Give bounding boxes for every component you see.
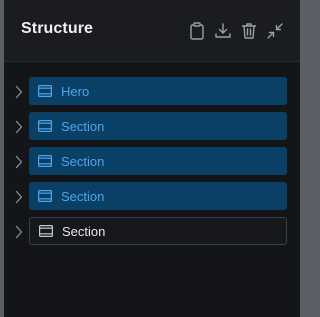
tree-row: Section	[4, 215, 300, 250]
tree-node-section[interactable]: Section	[29, 112, 287, 140]
layout-block-icon	[38, 155, 52, 167]
tree-node-hero[interactable]: Hero	[29, 77, 287, 105]
tree-node-label: Section	[61, 153, 105, 169]
tree-row: Section	[4, 180, 300, 215]
expand-toggle[interactable]	[13, 224, 25, 240]
chevron-right-icon	[15, 190, 23, 204]
tree-node-label: Section	[61, 118, 105, 134]
structure-tree: Hero Section Section Section Section	[4, 75, 300, 250]
tree-node-label: Section	[61, 188, 105, 204]
expand-toggle[interactable]	[13, 189, 25, 205]
download-button[interactable]	[214, 21, 232, 41]
collapse-button[interactable]	[266, 21, 284, 41]
chevron-right-icon	[15, 225, 23, 239]
clipboard-icon	[190, 22, 204, 40]
clipboard-button[interactable]	[188, 21, 206, 41]
chevron-right-icon	[15, 155, 23, 169]
download-icon	[215, 23, 231, 38]
expand-toggle[interactable]	[13, 84, 25, 100]
layout-block-icon	[38, 190, 52, 202]
trash-icon	[241, 23, 257, 39]
chevron-right-icon	[15, 120, 23, 134]
layout-block-icon	[38, 85, 52, 97]
structure-panel: Structure Hero Section Section Section S…	[4, 0, 300, 317]
header-actions	[188, 21, 284, 41]
collapse-icon	[267, 23, 283, 39]
tree-node-section[interactable]: Section	[29, 182, 287, 210]
tree-node-section[interactable]: Section	[29, 147, 287, 175]
panel-title: Structure	[21, 20, 94, 37]
tree-row: Hero	[4, 75, 300, 110]
tree-row: Section	[4, 110, 300, 145]
tree-node-section[interactable]: Section	[29, 217, 287, 245]
panel-header: Structure	[4, 0, 300, 62]
chevron-right-icon	[15, 85, 23, 99]
tree-row: Section	[4, 145, 300, 180]
layout-block-icon	[38, 120, 52, 132]
tree-node-label: Section	[62, 223, 106, 239]
expand-toggle[interactable]	[13, 154, 25, 170]
layout-block-icon	[39, 225, 53, 237]
delete-button[interactable]	[240, 21, 258, 41]
expand-toggle[interactable]	[13, 119, 25, 135]
tree-node-label: Hero	[61, 83, 90, 99]
